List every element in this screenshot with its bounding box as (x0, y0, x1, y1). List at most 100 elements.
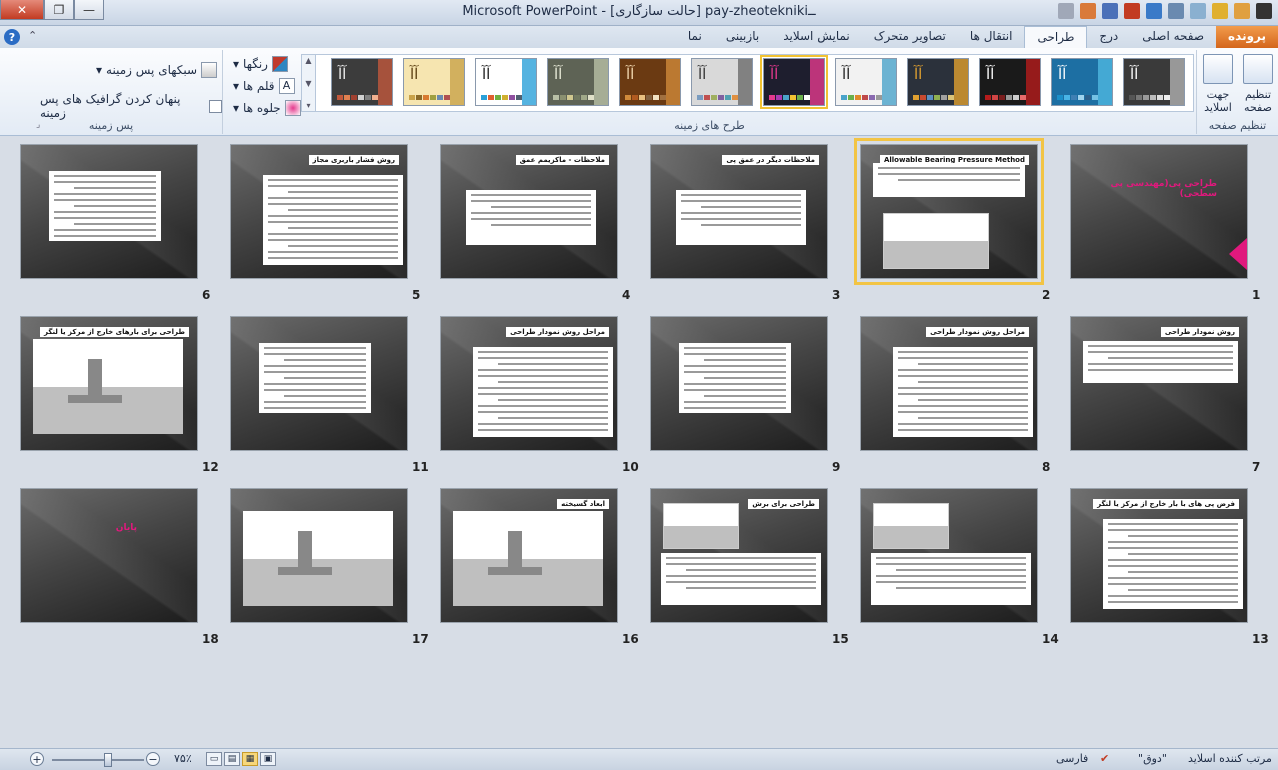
slide-number: 12 (202, 460, 219, 474)
slide-thumbnail[interactable]: ملاحظات - ماکزیمم عمق (440, 144, 618, 279)
soil-diagram (243, 558, 393, 606)
theme-thumbnail[interactable]: آآ (760, 55, 828, 109)
theme-thumbnail[interactable]: آآ (619, 58, 681, 106)
background-styles-label: سبکهای پس زمینه (106, 63, 198, 77)
slide-thumbnail[interactable]: مراحل روش نمودار طراحی (860, 316, 1038, 451)
tab-6[interactable]: نمایش اسلاید (771, 26, 862, 48)
slide-thumbnail[interactable]: روش فشار باربری مجاز (230, 144, 408, 279)
undo-icon[interactable] (1124, 3, 1140, 19)
theme-thumbnail[interactable]: آآ (1051, 58, 1113, 106)
theme-thumbnail[interactable]: آآ (979, 58, 1041, 106)
zoom-out-button[interactable]: − (146, 752, 160, 766)
normal-view-button[interactable]: ▣ (260, 752, 276, 766)
slide-number: 10 (622, 460, 639, 474)
quick-access-toolbar (1058, 3, 1272, 19)
slide-title: پایان (115, 523, 137, 533)
slide-thumbnail[interactable] (650, 316, 828, 451)
theme-accent-bar (378, 59, 392, 105)
footing-base-diagram (68, 395, 122, 403)
theme-thumbnail[interactable]: آآ (475, 58, 537, 106)
minimize-button[interactable]: — (74, 0, 104, 20)
theme-thumbnail[interactable]: آآ (331, 58, 393, 106)
view-icon[interactable] (1190, 3, 1206, 19)
open-folder-icon[interactable] (1234, 3, 1250, 19)
slide-sorter[interactable]: طراحی پی(مهندسی پی سطحی) 1 Allowable Beari… (0, 136, 1278, 748)
tab-4[interactable]: انتقال ها (958, 26, 1025, 48)
tab-7[interactable]: بازبینی (714, 26, 771, 48)
slide-thumbnail[interactable]: فرض پی های با بار خارج از مرکز یا لنگر (1070, 488, 1248, 623)
star-icon[interactable] (1212, 3, 1228, 19)
theme-thumbnail[interactable]: آآ (907, 58, 969, 106)
powerpoint-icon[interactable] (1080, 3, 1096, 19)
gallery-more-icon[interactable]: ▾ (306, 101, 310, 110)
slide-thumbnail[interactable]: طراحی برای بارهای خارج از مرکز یا لنگر (20, 316, 198, 451)
zoom-slider[interactable] (52, 759, 144, 761)
restore-button[interactable]: ❐ (44, 0, 74, 20)
slide-title: مراحل روش نمودار طراحی (506, 327, 609, 337)
print-icon[interactable] (1168, 3, 1184, 19)
slide-thumbnail[interactable]: ابعاد گسیخته (440, 488, 618, 623)
theme-thumbnail[interactable]: آآ (403, 58, 465, 106)
redo-icon[interactable] (1146, 3, 1162, 19)
save-icon[interactable] (1102, 3, 1118, 19)
slide-number-icon[interactable] (1256, 3, 1272, 19)
dialog-launcher-icon[interactable]: ⌟ (36, 120, 40, 130)
tab-2[interactable]: درج (1087, 26, 1130, 48)
scroll-down-icon[interactable]: ▼ (305, 79, 311, 88)
theme-thumbnail[interactable]: آآ (835, 58, 897, 106)
theme-color-swatches (481, 95, 522, 100)
footing-base-diagram (278, 567, 332, 575)
help-icon[interactable]: ? (4, 29, 20, 45)
slide-number: 18 (202, 632, 219, 646)
close-button[interactable]: ✕ (0, 0, 44, 20)
view-name: مرتب کننده اسلاید (1188, 752, 1272, 765)
slide-thumbnail[interactable] (230, 488, 408, 623)
slide-content (661, 553, 821, 605)
theme-thumbnail[interactable]: آآ (691, 58, 753, 106)
hide-background-graphics[interactable]: پنهان کردن گرافیک های پس زمینه (40, 92, 222, 120)
minimize-ribbon-icon[interactable]: ⌃ (28, 29, 37, 42)
gallery-scroll[interactable]: ▲ ▼ ▾ (302, 55, 316, 111)
slide-orientation-button[interactable]: جهت اسلاید (1197, 54, 1239, 114)
zoom-slider-thumb[interactable] (104, 753, 112, 767)
slide-thumbnail[interactable] (230, 316, 408, 451)
theme-accent-bar (522, 59, 536, 105)
slideshow-view-button[interactable]: ▭ (206, 752, 222, 766)
slide-sorter-view-button[interactable]: ▦ (242, 752, 258, 766)
themes-gallery[interactable]: ▲ ▼ ▾ آآ آآ آآ آآ آآ آآ آآ آآ آآ آآ آآ آآ (301, 54, 1194, 112)
slide-thumbnail[interactable]: Allowable Bearing Pressure Method (854, 138, 1044, 285)
hide-background-checkbox[interactable] (209, 99, 222, 113)
tab-3[interactable]: طراحی (1024, 26, 1088, 48)
slide-content (453, 511, 603, 606)
slide-thumbnail[interactable]: طراحی برای برش (650, 488, 828, 623)
zoom-level[interactable]: ۷۵٪ (174, 752, 192, 765)
slide-thumbnail[interactable]: ملاحظات دیگر در عمق پی (650, 144, 828, 279)
slide-title: روش نمودار طراحی (1160, 327, 1239, 337)
tab-8[interactable]: نما (676, 26, 714, 48)
zoom-in-button[interactable]: + (30, 752, 44, 766)
slide-thumbnail[interactable]: طراحی پی(مهندسی پی سطحی) (1070, 144, 1248, 279)
slide-thumbnail[interactable] (20, 144, 198, 279)
theme-thumbnail[interactable]: آآ (547, 58, 609, 106)
tab-5[interactable]: تصاویر متحرک (862, 26, 958, 48)
theme-color-swatches (769, 95, 810, 100)
spellcheck-icon[interactable]: ✔ (1100, 752, 1109, 765)
theme-sample-text: آآ (338, 65, 347, 83)
slide-thumbnail[interactable] (860, 488, 1038, 623)
tab-1[interactable]: صفحه اصلی (1130, 26, 1216, 48)
background-styles-button[interactable]: ▾ سبکهای پس زمینه (96, 62, 218, 78)
more-icon[interactable] (1058, 3, 1074, 19)
theme-thumbnail[interactable]: آآ (1123, 58, 1185, 106)
page-setup-button[interactable]: تنظیم صفحه (1237, 54, 1278, 114)
reading-view-button[interactable]: ▤ (224, 752, 240, 766)
colors-button[interactable]: ▾ رنگها (233, 56, 288, 72)
window-controls: ✕ ❐ — (0, 0, 104, 20)
tab-0[interactable]: پرونده (1216, 26, 1278, 48)
language-indicator[interactable]: فارسی (1056, 752, 1088, 765)
slide-thumbnail[interactable]: روش نمودار طراحی (1070, 316, 1248, 451)
slide-thumbnail[interactable]: مراحل روش نمودار طراحی (440, 316, 618, 451)
scroll-up-icon[interactable]: ▲ (305, 56, 311, 65)
fonts-button[interactable]: ▾ قلم ها A (233, 78, 295, 94)
effects-button[interactable]: ▾ جلوه ها (233, 100, 301, 116)
slide-thumbnail[interactable]: پایان (20, 488, 198, 623)
